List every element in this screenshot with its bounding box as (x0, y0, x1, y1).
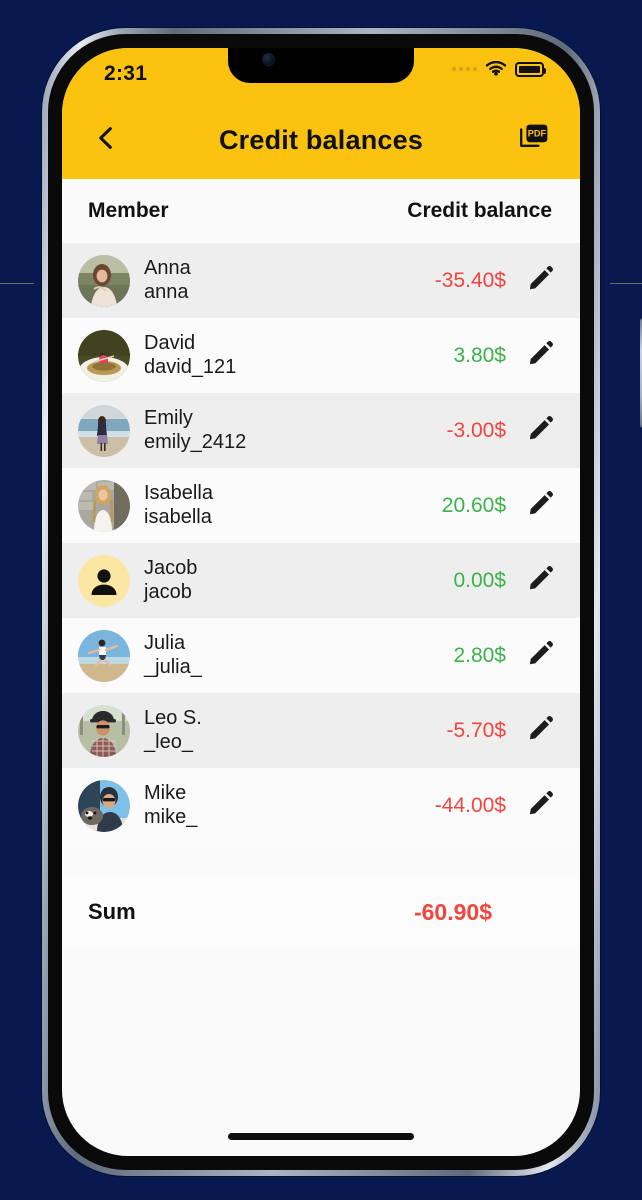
member-names: Emily emily_2412 (144, 407, 246, 454)
table-row[interactable]: Leo S. _leo_ -5.70$ (62, 693, 580, 768)
column-header-member: Member (88, 199, 169, 222)
phone-screen: 2:31 Credit balances PDF Member Credit b… (62, 48, 580, 1156)
edit-balance-button[interactable] (524, 489, 558, 523)
member-name: Jacob (144, 556, 198, 579)
member-name: Leo S. (144, 706, 202, 729)
status-bar-indicators (452, 60, 546, 77)
pencil-edit-icon (527, 714, 555, 747)
avatar (78, 254, 130, 307)
table-row[interactable]: Mike mike_ -44.00$ (62, 768, 580, 843)
battery-full-icon (515, 61, 546, 77)
balance-amount: -44.00$ (434, 793, 506, 817)
avatar (78, 479, 130, 532)
pencil-edit-icon (527, 414, 555, 447)
table-header-row: Member Credit balance (62, 179, 580, 243)
avatar (78, 404, 130, 457)
member-names: Mike mike_ (144, 782, 197, 829)
member-balance-list: Anna anna -35.40$ David david_121 3.80$ (62, 243, 580, 843)
member-handle: jacob (144, 580, 192, 603)
pdf-export-icon: PDF (518, 122, 550, 159)
member-handle: _leo_ (144, 730, 193, 753)
avatar (78, 629, 130, 682)
edit-balance-button[interactable] (524, 789, 558, 823)
pencil-edit-icon (527, 264, 555, 297)
member-names: Julia _julia_ (144, 632, 202, 679)
pencil-edit-icon (527, 789, 555, 822)
balance-amount: 3.80$ (453, 343, 506, 367)
phone-device-frame: 2:31 Credit balances PDF Member Credit b… (42, 28, 642, 1176)
edit-balance-button[interactable] (524, 639, 558, 673)
balance-amount: 0.00$ (453, 568, 506, 592)
summary-row: Sum -60.90$ (62, 877, 580, 947)
member-handle: _julia_ (144, 655, 202, 678)
display-notch (228, 48, 414, 83)
pencil-edit-icon (527, 639, 555, 672)
table-row[interactable]: Anna anna -35.40$ (62, 243, 580, 318)
edit-balance-button[interactable] (524, 264, 558, 298)
edit-balance-button[interactable] (524, 339, 558, 373)
pencil-edit-icon (527, 564, 555, 597)
edit-balance-button[interactable] (524, 564, 558, 598)
member-handle: emily_2412 (144, 430, 247, 453)
table-row[interactable]: Emily emily_2412 -3.00$ (62, 393, 580, 468)
status-bar-clock: 2:31 (104, 62, 148, 85)
edit-balance-button[interactable] (524, 714, 558, 748)
table-row[interactable]: Julia _julia_ 2.80$ (62, 618, 580, 693)
pencil-edit-icon (527, 339, 555, 372)
cellular-dots-icon (452, 67, 477, 71)
page-title: Credit balances (218, 125, 424, 155)
edit-balance-button[interactable] (524, 414, 558, 448)
member-handle: isabella (144, 505, 212, 528)
avatar (78, 554, 130, 607)
member-names: Jacob jacob (144, 557, 197, 604)
app-bar: Credit balances PDF (62, 102, 580, 179)
background-guide-line (610, 283, 642, 284)
background-guide-line (0, 283, 34, 284)
member-name: Isabella (144, 481, 213, 504)
balance-amount: -35.40$ (434, 268, 506, 292)
svg-text:PDF: PDF (528, 129, 547, 139)
member-handle: anna (144, 280, 189, 303)
status-bar: 2:31 (62, 48, 580, 102)
back-button[interactable] (84, 119, 128, 163)
chevron-left-icon (91, 123, 121, 158)
member-handle: david_121 (144, 355, 237, 378)
table-row[interactable]: Jacob jacob 0.00$ (62, 543, 580, 618)
member-name: Emily (144, 406, 193, 429)
column-header-balance: Credit balance (407, 199, 552, 222)
device-bezel: 2:31 Credit balances PDF Member Credit b… (48, 34, 594, 1170)
balance-amount: -3.00$ (446, 418, 506, 442)
member-name: Mike (144, 781, 187, 804)
balance-amount: -5.70$ (446, 718, 506, 742)
avatar (78, 704, 130, 757)
member-names: David david_121 (144, 332, 236, 379)
member-names: Anna anna (144, 257, 191, 304)
summary-value: -60.90$ (413, 898, 492, 925)
member-handle: mike_ (144, 805, 198, 828)
member-name: Anna (144, 256, 191, 279)
balance-amount: 2.80$ (453, 643, 506, 667)
front-camera-icon (262, 53, 275, 66)
member-name: David (144, 331, 196, 354)
avatar (78, 779, 130, 832)
export-pdf-button[interactable]: PDF (512, 119, 556, 163)
member-names: Leo S. _leo_ (144, 707, 202, 754)
member-name: Julia (144, 631, 186, 654)
summary-label: Sum (88, 899, 136, 924)
table-row[interactable]: Isabella isabella 20.60$ (62, 468, 580, 543)
avatar (78, 329, 130, 382)
home-indicator[interactable] (228, 1133, 414, 1140)
pencil-edit-icon (527, 489, 555, 522)
table-row[interactable]: David david_121 3.80$ (62, 318, 580, 393)
balance-amount: 20.60$ (441, 493, 506, 517)
wifi-icon (485, 60, 507, 77)
member-names: Isabella isabella (144, 482, 213, 529)
